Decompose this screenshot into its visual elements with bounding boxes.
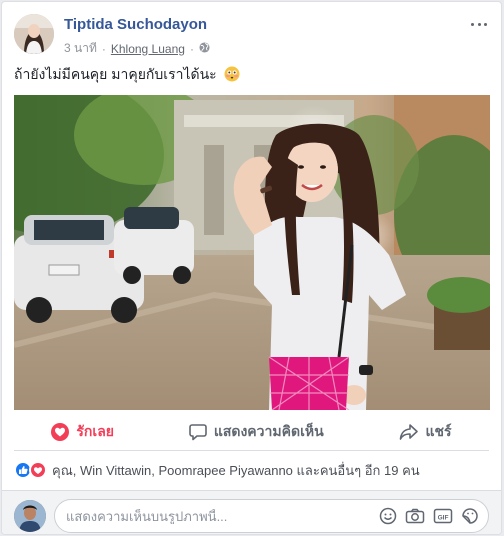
share-arrow-icon bbox=[399, 423, 419, 441]
svg-text:GIF: GIF bbox=[438, 514, 449, 521]
love-label: รักเลย bbox=[76, 422, 114, 439]
gif-icon[interactable]: GIF bbox=[433, 507, 453, 525]
smiley-icon[interactable] bbox=[379, 507, 397, 525]
current-user-avatar[interactable] bbox=[14, 500, 46, 532]
post-meta: 3 นาที · Khlong Luang · bbox=[64, 39, 210, 58]
post-header: Tiptida Suchodayon 3 นาที · Khlong Luang… bbox=[14, 14, 489, 56]
author-name[interactable]: Tiptida Suchodayon bbox=[64, 16, 207, 33]
reactions-text[interactable]: คุณ, Win Vittawin, Poomrapee Piyawanno แ… bbox=[52, 460, 420, 481]
comment-composer: GIF bbox=[2, 490, 501, 534]
love-reaction-icon bbox=[29, 461, 47, 479]
globe-icon[interactable] bbox=[199, 41, 210, 56]
post-time[interactable]: 3 นาที bbox=[64, 39, 97, 58]
action-bar: รักเลย แสดงความคิดเห็น แชร์ bbox=[14, 413, 489, 451]
post-text: ถ้ายังไม่มีคนคุย มาคุยกับเราได้นะ bbox=[14, 66, 217, 82]
comment-bubble-icon bbox=[189, 423, 207, 441]
post-card: Tiptida Suchodayon 3 นาที · Khlong Luang… bbox=[1, 1, 502, 535]
comment-box[interactable]: GIF bbox=[54, 499, 489, 533]
comment-input[interactable] bbox=[66, 508, 379, 524]
post-text-line: ถ้ายังไม่มีคนคุย มาคุยกับเราได้นะ bbox=[14, 64, 240, 84]
reactions-summary[interactable]: คุณ, Win Vittawin, Poomrapee Piyawanno แ… bbox=[14, 458, 489, 482]
comment-label: แสดงความคิดเห็น bbox=[213, 422, 324, 439]
camera-icon[interactable] bbox=[405, 507, 425, 525]
comment-button[interactable]: แสดงความคิดเห็น bbox=[189, 421, 324, 443]
post-location[interactable]: Khlong Luang bbox=[111, 42, 185, 56]
meta-separator-2: · bbox=[189, 41, 194, 56]
flushed-emoji-icon bbox=[224, 66, 240, 82]
author-avatar[interactable] bbox=[14, 14, 54, 54]
share-label: แชร์ bbox=[425, 422, 452, 439]
post-photo[interactable] bbox=[14, 95, 490, 410]
heart-icon bbox=[51, 422, 70, 441]
more-icon[interactable] bbox=[469, 16, 489, 32]
reaction-icons[interactable] bbox=[14, 461, 47, 479]
sticker-icon[interactable] bbox=[461, 507, 479, 525]
love-button[interactable]: รักเลย bbox=[51, 421, 114, 443]
comment-tools: GIF bbox=[379, 507, 488, 525]
meta-separator: · bbox=[101, 41, 106, 56]
share-button[interactable]: แชร์ bbox=[399, 421, 452, 443]
